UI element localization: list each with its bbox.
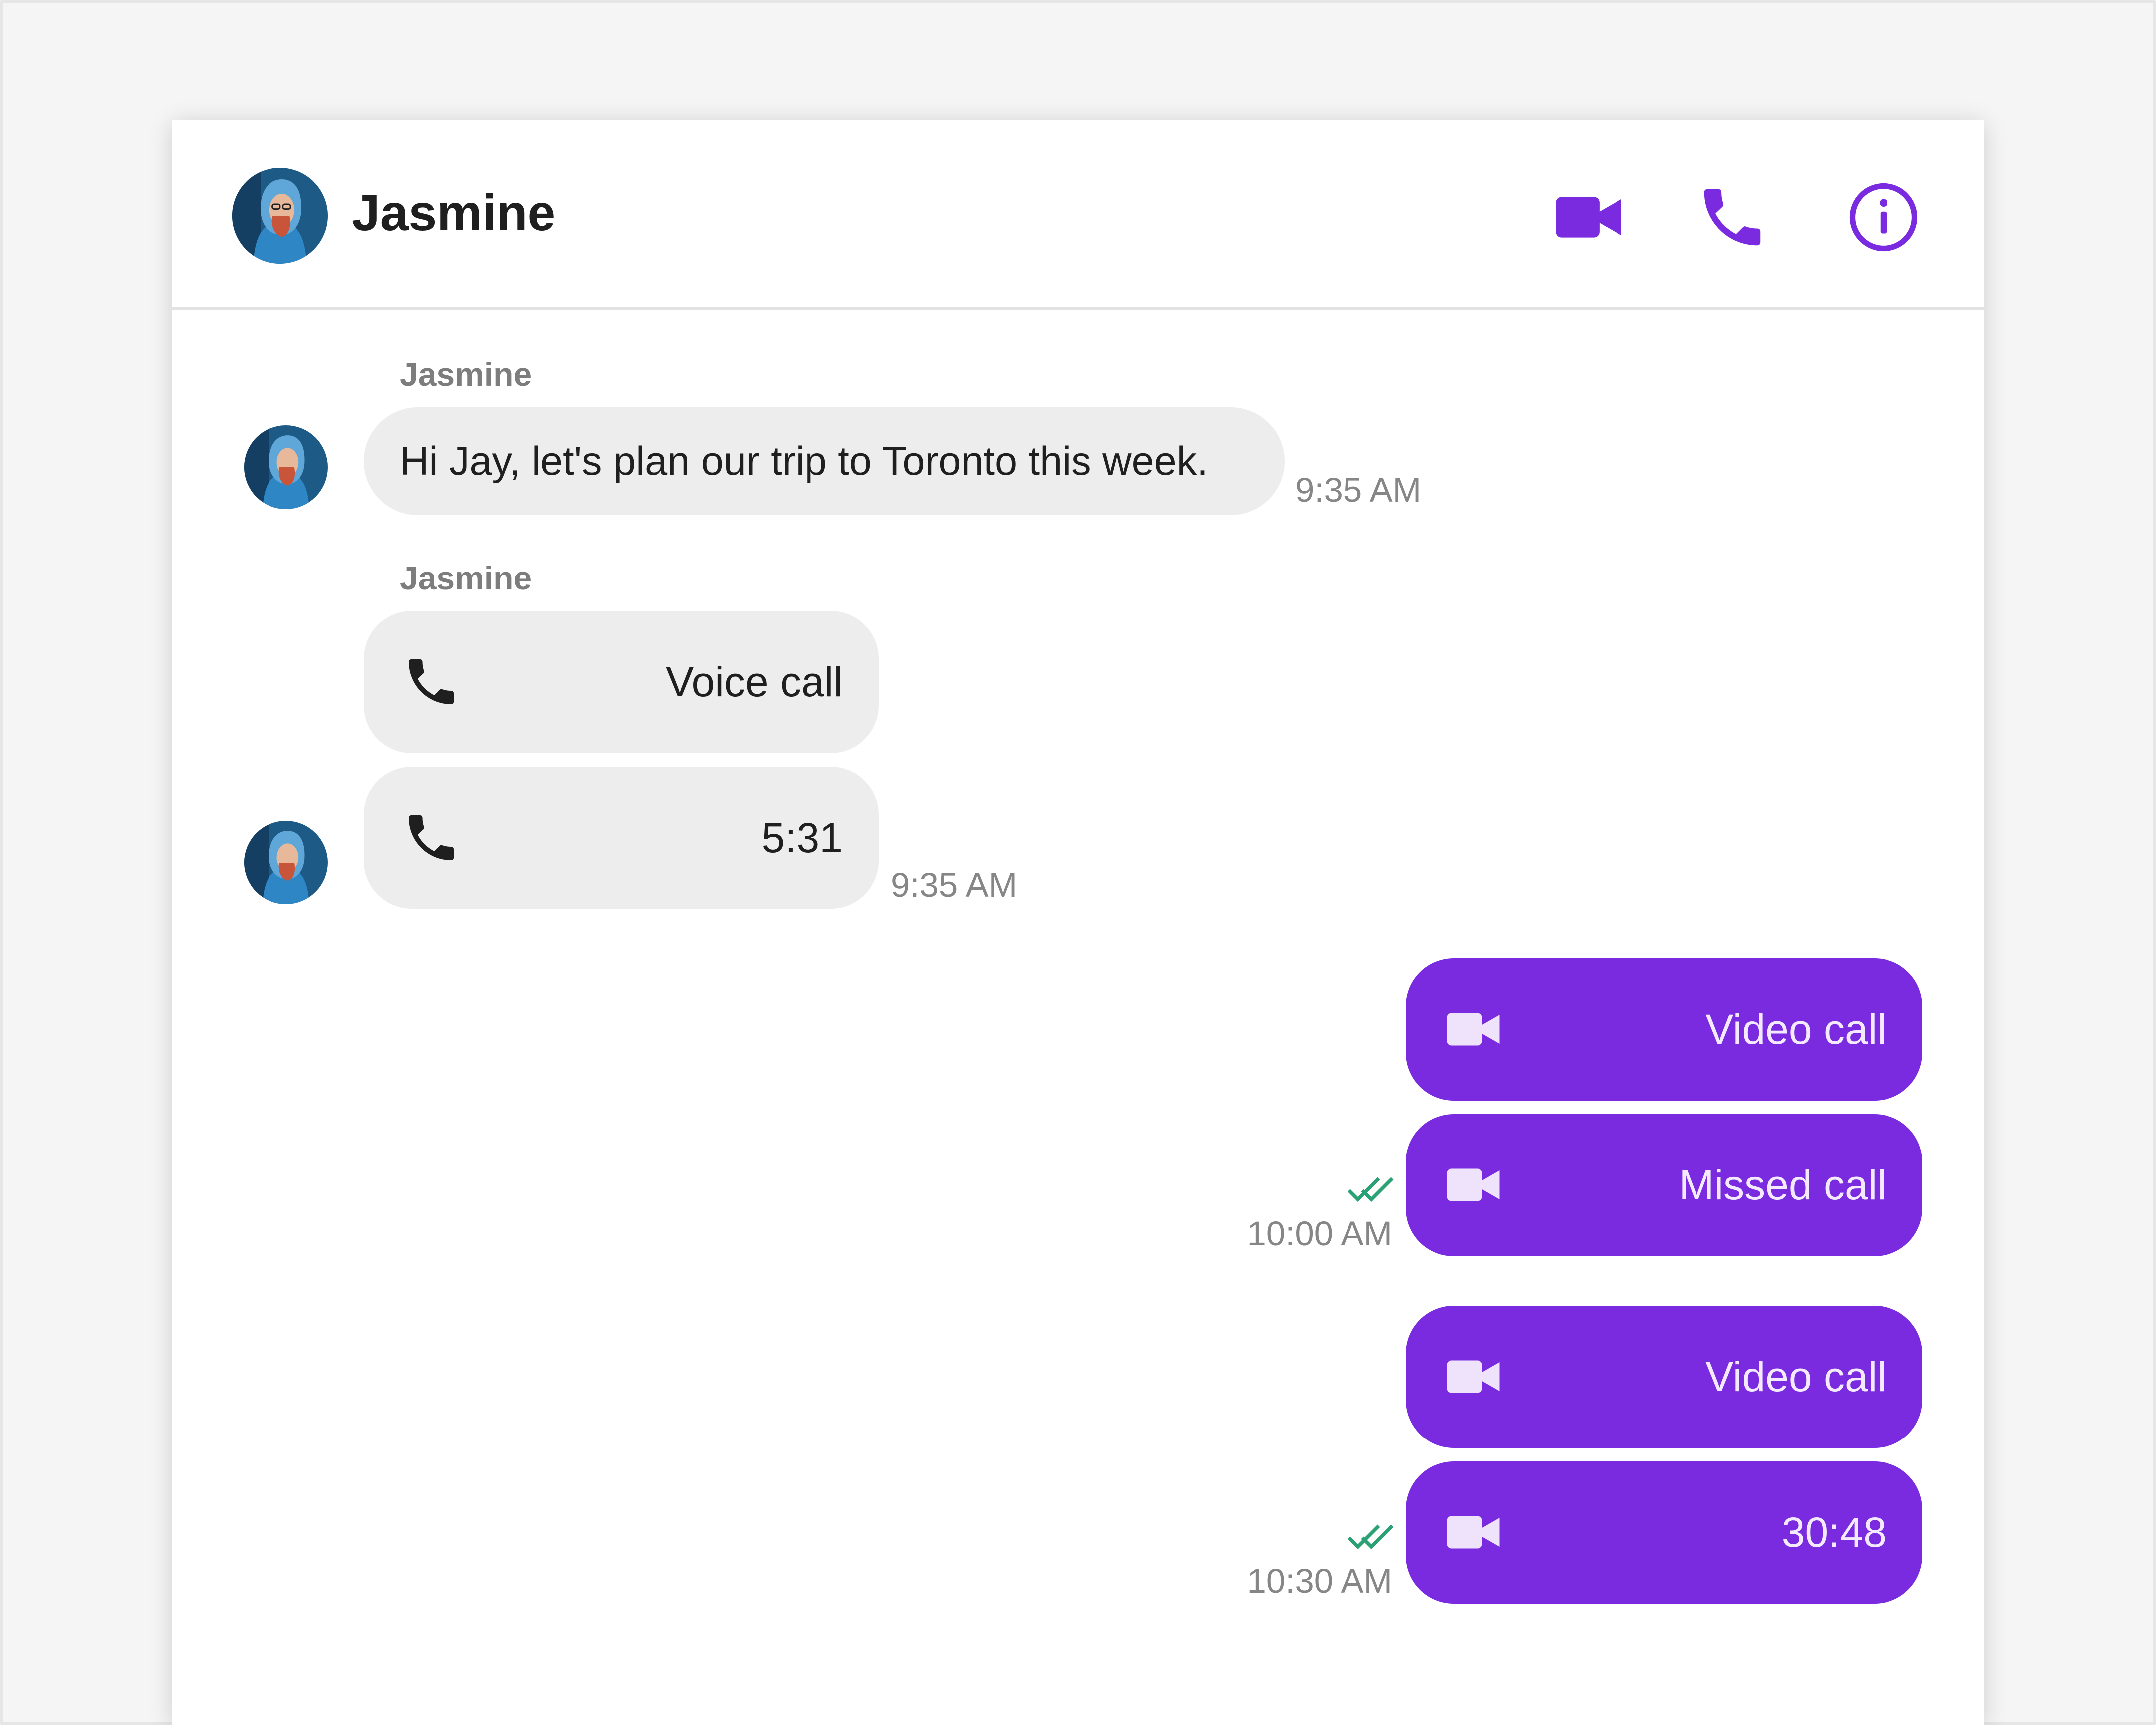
call-duration: 30:48 — [1781, 1509, 1886, 1556]
video-call-button[interactable] — [1551, 180, 1626, 255]
info-icon — [1849, 183, 1918, 252]
call-label: Missed call — [1679, 1161, 1886, 1208]
chat-header: Jasmine — [172, 120, 1984, 310]
message-bubble[interactable]: Hi Jay, let's plan our trip to Toronto t… — [364, 407, 1285, 515]
call-bubble-missed[interactable]: Missed call — [1406, 1114, 1922, 1256]
video-camera-icon — [1556, 197, 1621, 238]
info-button[interactable] — [1846, 180, 1921, 255]
call-bubble-duration[interactable]: 30:48 — [1406, 1461, 1922, 1604]
contact-name: Jasmine — [352, 184, 556, 241]
message-timestamp: 9:35 AM — [891, 866, 1018, 904]
phone-icon — [1704, 189, 1761, 246]
video-camera-icon — [1443, 1502, 1503, 1562]
call-label: Voice call — [666, 658, 843, 705]
sender-avatar[interactable] — [244, 821, 328, 904]
call-bubble-voice[interactable]: Voice call — [364, 611, 879, 753]
call-bubble-duration[interactable]: 5:31 — [364, 767, 879, 909]
call-label: Video call — [1705, 1353, 1886, 1400]
call-bubble-video[interactable]: Video call — [1406, 1306, 1922, 1448]
sender-avatar[interactable] — [244, 425, 328, 509]
sender-name: Jasmine — [400, 560, 532, 596]
phone-icon — [401, 808, 461, 867]
video-camera-icon — [1443, 999, 1503, 1059]
call-duration: 5:31 — [761, 814, 843, 861]
contact-avatar[interactable] — [232, 168, 328, 264]
video-camera-icon — [1443, 1347, 1503, 1407]
message-timestamp: 9:35 AM — [1295, 471, 1422, 509]
chat-panel: Jasmine Jasmine Hi Jay, let's plan our t… — [172, 120, 1984, 1725]
message-timestamp: 10:00 AM — [1247, 1214, 1392, 1253]
call-label: Video call — [1705, 1006, 1886, 1053]
call-bubble-video[interactable]: Video call — [1406, 958, 1922, 1101]
sender-name: Jasmine — [400, 356, 532, 393]
message-timestamp: 10:30 AM — [1247, 1562, 1392, 1600]
phone-icon — [401, 652, 461, 712]
video-camera-icon — [1443, 1155, 1503, 1215]
read-receipt-icon — [1346, 1521, 1397, 1551]
voice-call-button[interactable] — [1695, 180, 1770, 255]
read-receipt-icon — [1346, 1174, 1397, 1204]
